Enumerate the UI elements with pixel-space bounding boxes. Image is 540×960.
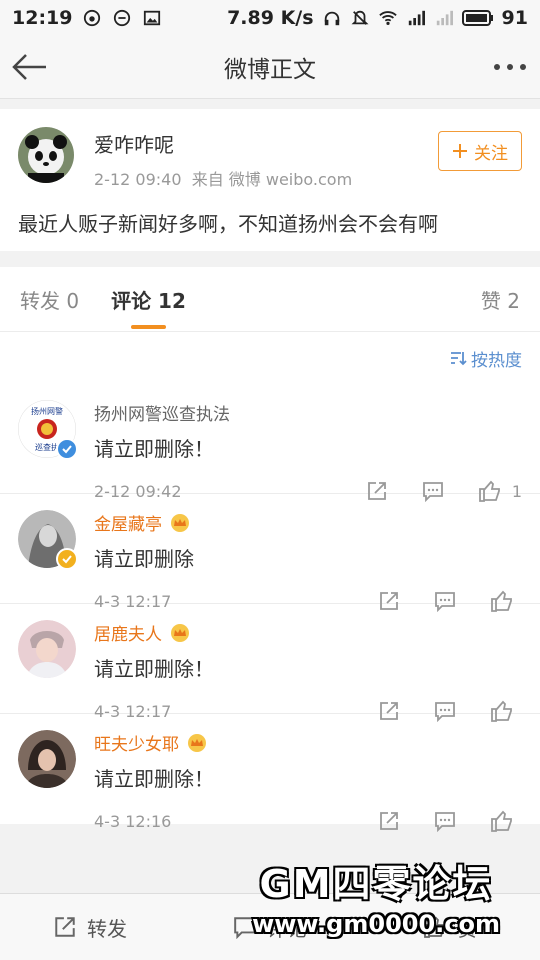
panda-avatar-image — [18, 127, 74, 183]
vip-crown-icon — [171, 513, 189, 532]
weibo-notification-icon — [114, 9, 131, 27]
verified-gold-icon — [56, 548, 78, 570]
follow-label: 关注 — [474, 143, 508, 164]
commenter-avatar[interactable] — [18, 730, 76, 788]
commenter-avatar[interactable]: 扬州网警 巡查执 — [17, 399, 78, 460]
sort-label[interactable]: 按热度 — [471, 346, 522, 371]
reply-button[interactable] — [434, 810, 456, 832]
comment-time: 4-3 12:16 — [94, 811, 172, 831]
wifi-icon — [378, 11, 397, 26]
repost-icon — [55, 917, 75, 937]
status-time: 12:19 — [12, 7, 73, 29]
comment-item: 居鹿夫人 请立即删除！ 4-3 12:17 — [0, 604, 540, 722]
tab-comments[interactable]: 评论 12 — [111, 267, 186, 331]
sort-icon[interactable] — [449, 349, 467, 367]
nav-bar: 微博正文 — [0, 36, 540, 99]
signal-2-icon — [436, 10, 453, 26]
follow-button[interactable]: 关注 — [438, 131, 522, 171]
status-bar: 12:19 7.89 K/s 91 — [0, 0, 540, 36]
vip-crown-icon — [188, 733, 206, 752]
post-meta: 2-12 09:40 来自 微博 weibo.com — [94, 166, 352, 190]
plus-icon — [453, 144, 467, 158]
bottom-repost-button[interactable]: 转发 — [0, 913, 180, 942]
comment-list: 扬州网警 巡查执 扬州网警巡查执法 请立即删除！ 2-12 09:42 1 金屋… — [0, 384, 540, 832]
vip-crown-icon — [171, 623, 189, 642]
bottom-like-button[interactable]: 赞 — [360, 913, 540, 942]
comment-icon — [234, 917, 256, 939]
tab-repost[interactable]: 转发 0 — [20, 267, 79, 331]
author-name[interactable]: 爱咋咋呢 — [94, 129, 352, 158]
battery-level: 91 — [501, 7, 528, 29]
commenter-avatar[interactable] — [18, 620, 76, 678]
headphone-icon — [324, 11, 339, 26]
comment-text: 请立即删除！ — [94, 437, 214, 461]
app-notification-icon — [84, 9, 101, 27]
thumbs-up-icon — [491, 810, 512, 832]
share-button[interactable] — [378, 810, 400, 832]
battery-icon — [461, 10, 493, 26]
back-arrow-icon — [12, 54, 46, 80]
like-button[interactable] — [490, 810, 514, 832]
author-avatar[interactable] — [18, 127, 74, 183]
image-notification-icon — [144, 10, 161, 26]
more-button[interactable] — [480, 36, 540, 98]
network-speed: 7.89 K/s — [227, 7, 314, 29]
sort-bar: 按热度 — [0, 332, 540, 384]
post-source: 来自 微博 weibo.com — [191, 170, 353, 189]
verified-blue-icon — [56, 438, 78, 460]
bottom-comment-label: 评论 — [267, 916, 307, 941]
commenter-name[interactable]: 扬州网警巡查执法 — [94, 400, 230, 425]
commenter-name[interactable]: 旺夫少女耶 — [94, 730, 179, 755]
mute-icon — [351, 10, 369, 25]
commenter-avatar[interactable] — [18, 510, 78, 570]
bottom-like-label: 赞 — [457, 916, 477, 941]
thumbs-up-icon — [424, 916, 445, 938]
user-photo-avatar-image — [18, 620, 76, 678]
comment-icon — [435, 812, 455, 832]
bottom-comment-button[interactable]: 评论 — [180, 913, 360, 942]
post-tabs: 转发 0 评论 12 赞 2 — [0, 267, 540, 332]
page-title: 微博正文 — [224, 57, 316, 83]
tab-likes[interactable]: 赞 2 — [481, 267, 520, 331]
bottom-repost-label: 转发 — [87, 916, 127, 941]
commenter-name[interactable]: 居鹿夫人 — [94, 620, 162, 645]
comment-text: 请立即删除！ — [94, 657, 214, 681]
comment-item: 金屋藏亭 请立即删除 4-3 12:17 — [0, 494, 540, 612]
signal-icon — [408, 10, 425, 26]
post-text: 最近人贩子新闻好多啊，不知道扬州会不会有啊 — [18, 212, 438, 236]
commenter-name[interactable]: 金屋藏亭 — [94, 510, 162, 535]
post-card: 爱咋咋呢 2-12 09:40 来自 微博 weibo.com 关注 最近人贩子… — [0, 109, 540, 251]
comment-text: 请立即删除！ — [94, 767, 214, 791]
comment-text: 请立即删除 — [94, 547, 194, 571]
share-icon — [380, 812, 398, 830]
post-time: 2-12 09:40 — [94, 170, 182, 189]
user-photo-avatar-image — [18, 730, 76, 788]
comment-item: 旺夫少女耶 请立即删除！ 4-3 12:16 — [0, 714, 540, 832]
more-dots-icon — [494, 64, 526, 70]
bottom-action-bar: 转发 评论 赞 — [0, 893, 540, 960]
comment-item: 扬州网警 巡查执 扬州网警巡查执法 请立即删除！ 2-12 09:42 1 — [0, 384, 540, 502]
back-button[interactable] — [0, 36, 60, 98]
avatar-text-top: 扬州网警 — [31, 406, 63, 416]
